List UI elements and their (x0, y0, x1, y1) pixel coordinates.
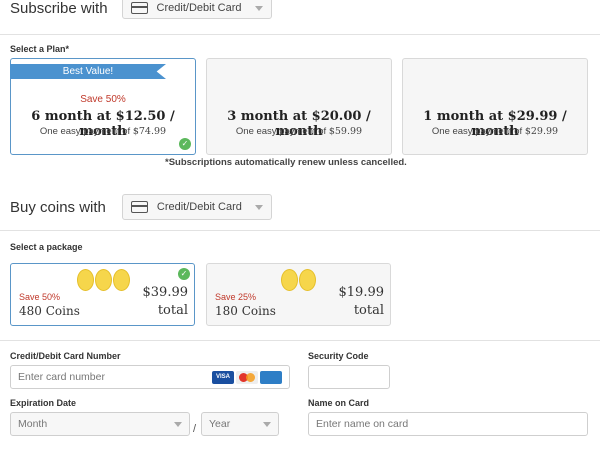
credit-card-icon (130, 201, 148, 213)
visa-logo-icon: VISA (212, 370, 234, 384)
plan-save-badge: Save 50% (80, 94, 126, 105)
package-total-label: total (353, 303, 384, 318)
plan-payment-note: One easy payment of $74.99 (39, 126, 167, 137)
expiration-date-label: Expiration Date (10, 398, 77, 408)
coins-icon (281, 269, 317, 291)
security-code-label: Security Code (308, 351, 369, 361)
chevron-down-icon (174, 421, 182, 427)
security-code-input[interactable] (308, 365, 390, 389)
package-card-180[interactable]: Save 25% 180 Coins $19.99 total (206, 263, 391, 326)
check-icon: ✓ (179, 138, 191, 150)
package-count: 180 Coins (215, 304, 276, 318)
package-save-badge: Save 50% (19, 292, 61, 302)
coins-heading: Buy coins with (10, 198, 106, 216)
card-number-placeholder: Enter card number (18, 371, 105, 383)
subscribe-payment-value: Credit/Debit Card (156, 2, 242, 14)
package-card-480[interactable]: ✓ Save 50% 480 Coins $39.99 total (10, 263, 195, 326)
name-on-card-label: Name on Card (308, 398, 370, 408)
divider (0, 340, 600, 341)
select-plan-label: Select a Plan* (10, 44, 70, 54)
month-select-value: Month (18, 418, 48, 430)
plan-payment-note: One easy payment of $29.99 (431, 126, 559, 137)
package-total-label: total (157, 303, 188, 318)
card-logos: VISA (212, 370, 282, 384)
chevron-down-icon (254, 204, 263, 210)
subscribe-header: Subscribe with Credit/Debit Card (0, 0, 272, 20)
plan-card-3-month[interactable]: 3 month at $20.00 / month One easy payme… (206, 58, 392, 155)
subscribe-heading: Subscribe with (10, 0, 108, 17)
date-separator: / (193, 423, 197, 435)
month-select[interactable]: Month (10, 412, 190, 436)
package-price: $19.99 (338, 285, 385, 300)
subscribe-payment-select[interactable]: Credit/Debit Card (121, 0, 272, 19)
name-on-card-placeholder: Enter name on card (316, 418, 409, 430)
package-count: 480 Coins (19, 304, 80, 318)
best-value-ribbon: Best Value! (10, 64, 166, 79)
card-number-label: Credit/Debit Card Number (10, 351, 121, 361)
credit-card-icon (130, 2, 148, 14)
plan-card-1-month[interactable]: 1 month at $29.99 / month One easy payme… (402, 58, 588, 155)
plan-payment-note: One easy payment of $59.99 (235, 126, 363, 137)
coins-header: Buy coins with Credit/Debit Card (0, 194, 272, 220)
coins-icon (77, 269, 131, 291)
package-save-badge: Save 25% (215, 292, 257, 302)
check-icon: ✓ (178, 268, 190, 280)
amex-logo-icon (260, 370, 282, 384)
renew-note: *Subscriptions automatically renew unles… (165, 157, 407, 168)
package-price: $39.99 (142, 285, 189, 300)
chevron-down-icon (254, 5, 263, 11)
name-on-card-input[interactable]: Enter name on card (308, 412, 588, 436)
coins-payment-value: Credit/Debit Card (156, 201, 242, 213)
divider (0, 230, 600, 231)
coins-payment-select[interactable]: Credit/Debit Card (121, 194, 272, 220)
year-select[interactable]: Year (201, 412, 279, 436)
divider (0, 34, 600, 35)
card-number-input[interactable]: Enter card number VISA (10, 365, 290, 389)
chevron-down-icon (263, 421, 271, 427)
mastercard-logo-icon (236, 370, 258, 384)
plan-card-6-month[interactable]: Best Value! Save 50% 6 month at $12.50 /… (10, 58, 196, 155)
year-select-value: Year (209, 418, 231, 430)
select-package-label: Select a package (10, 242, 83, 252)
